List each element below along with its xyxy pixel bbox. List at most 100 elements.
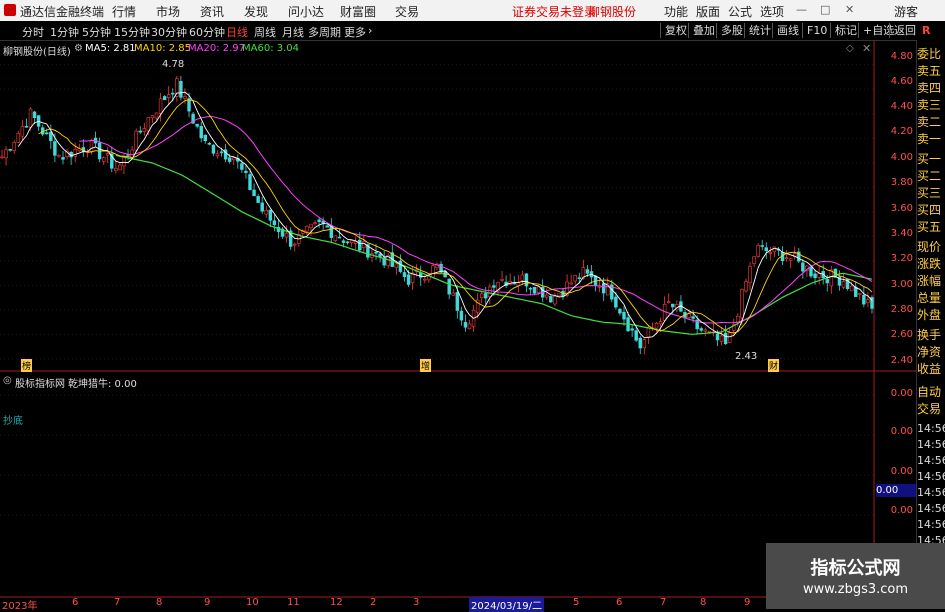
candle[interactable] <box>569 282 573 285</box>
candle[interactable] <box>463 322 468 328</box>
candle[interactable] <box>788 258 793 261</box>
menu-item-formula[interactable]: 公式 <box>728 3 752 20</box>
quote-label[interactable]: 涨幅 <box>917 272 941 289</box>
candle[interactable] <box>431 265 435 278</box>
quote-label[interactable]: 买五 <box>917 218 941 235</box>
candle[interactable] <box>402 272 407 278</box>
candle[interactable] <box>736 315 740 323</box>
candle[interactable] <box>447 278 451 295</box>
quote-label[interactable]: 净资 <box>917 343 941 360</box>
candle[interactable] <box>211 144 216 154</box>
candle[interactable] <box>601 283 606 294</box>
candle[interactable] <box>207 143 212 145</box>
candle[interactable] <box>488 286 492 298</box>
candle[interactable] <box>232 157 236 161</box>
candle[interactable] <box>171 92 175 95</box>
candle[interactable] <box>292 243 297 246</box>
candle[interactable] <box>801 262 805 272</box>
candle[interactable] <box>638 337 642 349</box>
quote-label[interactable]: 现价 <box>917 238 941 255</box>
candle[interactable] <box>260 202 264 212</box>
candle[interactable] <box>49 131 53 142</box>
candle[interactable] <box>703 329 708 332</box>
candle[interactable] <box>492 285 496 288</box>
toolbar-back[interactable]: 返回 <box>889 23 920 38</box>
candle[interactable] <box>459 310 464 321</box>
menu-item-news[interactable]: 资讯 <box>200 3 224 20</box>
quote-label[interactable]: 买四 <box>917 201 941 218</box>
candle[interactable] <box>784 257 789 259</box>
login-notice[interactable]: 证券交易未登录 <box>512 3 596 20</box>
menu-item-wealth[interactable]: 财富圈 <box>340 3 376 20</box>
candle[interactable] <box>760 245 764 247</box>
candle[interactable] <box>4 149 8 159</box>
candle[interactable] <box>484 293 488 299</box>
toolbar-adjust[interactable]: 复权 <box>660 23 691 38</box>
candle[interactable] <box>756 245 760 257</box>
candle[interactable] <box>53 141 57 156</box>
candle[interactable] <box>719 335 724 342</box>
candle[interactable] <box>317 219 321 222</box>
candle[interactable] <box>764 247 768 252</box>
toolbar-multi-stock[interactable]: 多股 <box>716 23 747 38</box>
quote-label[interactable]: 卖一 <box>917 130 941 147</box>
guest-label[interactable]: 游客 <box>894 3 918 20</box>
candle[interactable] <box>199 126 203 139</box>
candle[interactable] <box>630 328 634 331</box>
candle[interactable] <box>244 170 248 173</box>
event-marker[interactable]: 增 <box>420 359 432 372</box>
candle[interactable] <box>114 168 118 172</box>
candle[interactable] <box>106 153 110 156</box>
candle[interactable] <box>374 251 378 254</box>
candle[interactable] <box>349 240 354 243</box>
period-30min[interactable]: 30分钟 <box>151 24 187 40</box>
period-1min[interactable]: 1分钟 <box>50 24 79 40</box>
candle[interactable] <box>378 253 382 257</box>
quote-label[interactable]: 换手 <box>917 326 941 343</box>
candle[interactable] <box>524 273 529 287</box>
stock-tag[interactable]: 柳钢股份 <box>588 3 636 20</box>
candle[interactable] <box>577 277 582 279</box>
candle[interactable] <box>772 246 777 253</box>
candle[interactable] <box>699 328 703 331</box>
period-intraday[interactable]: 分时 <box>22 24 44 40</box>
candle[interactable] <box>158 98 163 114</box>
candle[interactable] <box>195 123 199 127</box>
period-weekly[interactable]: 周线 <box>254 24 276 40</box>
quote-label[interactable]: 买一 <box>917 150 941 167</box>
event-marker[interactable]: 榜 <box>21 359 33 372</box>
candle[interactable] <box>256 196 260 203</box>
menu-item-options[interactable]: 选项 <box>760 3 784 20</box>
candle[interactable] <box>614 296 618 308</box>
menu-item-functions[interactable]: 功能 <box>664 3 688 20</box>
candle[interactable] <box>455 292 460 311</box>
candle[interactable] <box>227 157 232 162</box>
candle[interactable] <box>658 321 663 325</box>
candle[interactable] <box>585 269 590 274</box>
quote-tab-trade[interactable]: 交易 <box>917 400 941 417</box>
candle[interactable] <box>744 281 748 292</box>
candle[interactable] <box>61 157 65 160</box>
menu-item-trade[interactable]: 交易 <box>395 3 419 20</box>
toolbar-stats[interactable]: 统计 <box>744 23 775 38</box>
candle[interactable] <box>28 108 33 128</box>
candle[interactable] <box>12 142 16 151</box>
candle[interactable] <box>406 274 411 285</box>
candle[interactable] <box>573 275 577 282</box>
candle[interactable] <box>215 153 220 157</box>
menu-item-discover[interactable]: 发现 <box>244 3 268 20</box>
candle[interactable] <box>24 125 29 128</box>
candle[interactable] <box>532 286 537 294</box>
candle[interactable] <box>394 263 399 269</box>
candle[interactable] <box>752 256 756 264</box>
toolbar-f10[interactable]: F10 <box>802 23 831 38</box>
candle[interactable] <box>118 164 122 171</box>
candle[interactable] <box>0 156 4 159</box>
candle[interactable] <box>154 112 159 119</box>
candle[interactable] <box>134 130 138 151</box>
candle[interactable] <box>203 134 208 142</box>
candle[interactable] <box>825 279 829 284</box>
candle[interactable] <box>829 269 834 287</box>
quote-label[interactable]: 买三 <box>917 184 941 201</box>
candle[interactable] <box>642 339 647 349</box>
